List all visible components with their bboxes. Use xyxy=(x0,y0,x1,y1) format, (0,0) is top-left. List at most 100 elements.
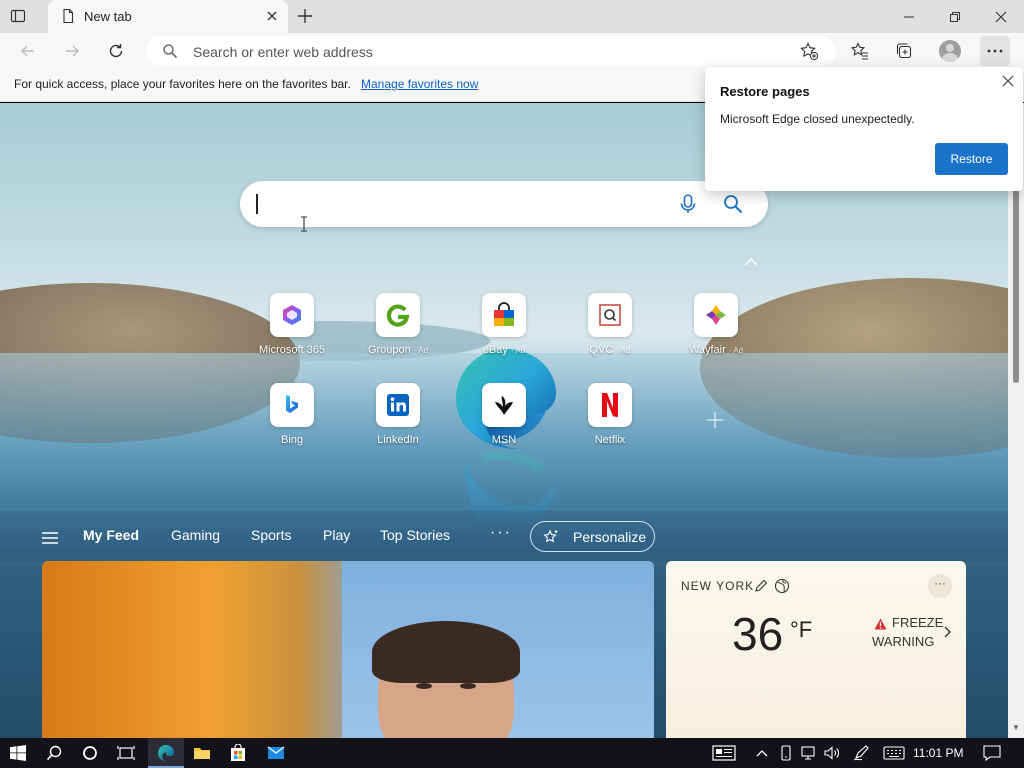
weather-card[interactable]: NEW YORK ··· 36 °F FREEZE WARNING xyxy=(666,561,966,738)
favorites-icon[interactable] xyxy=(848,39,872,63)
close-tab-icon[interactable] xyxy=(264,8,280,24)
microsoft-store-icon[interactable] xyxy=(228,743,248,763)
menu-icon[interactable] xyxy=(42,531,58,544)
wayfair-icon xyxy=(694,293,738,337)
chevron-up-icon[interactable] xyxy=(752,743,772,763)
quick-link-msn[interactable]: MSN xyxy=(454,383,554,463)
task-view-icon[interactable] xyxy=(116,743,136,763)
close-popup-icon[interactable] xyxy=(1001,74,1015,88)
minimize-icon[interactable] xyxy=(886,0,932,33)
quick-link-label: Netflix xyxy=(594,434,626,446)
quick-link-qvc[interactable]: QVC · Ad xyxy=(560,293,660,373)
text-caret xyxy=(256,194,258,214)
quick-link-label: Microsoft 365 xyxy=(258,344,326,356)
settings-more-icon[interactable] xyxy=(980,36,1010,66)
microphone-icon[interactable] xyxy=(678,193,698,215)
search-icon xyxy=(162,43,178,59)
chevron-up-icon[interactable] xyxy=(743,255,759,267)
tab-new-tab[interactable]: New tab xyxy=(48,0,288,33)
news-card[interactable] xyxy=(42,561,654,738)
scrollbar-thumb[interactable] xyxy=(1013,183,1019,383)
quick-link-label: eBay xyxy=(482,344,508,356)
restore-window-icon[interactable] xyxy=(932,0,978,33)
feed-tab-gaming[interactable]: Gaming xyxy=(171,527,220,543)
add-quick-link-icon[interactable] xyxy=(705,410,725,430)
profile-avatar[interactable] xyxy=(939,40,961,62)
new-tab-icon[interactable] xyxy=(296,7,314,25)
edge-taskbar-icon[interactable] xyxy=(156,743,176,763)
scroll-down-icon[interactable]: ▼ xyxy=(1012,723,1020,732)
feed-tab-sports[interactable]: Sports xyxy=(251,527,291,543)
ad-badge: · Ad xyxy=(728,346,744,355)
forward-icon[interactable] xyxy=(60,39,84,63)
weather-unit: °F xyxy=(790,617,813,642)
quick-link-ebay[interactable]: eBay · Ad xyxy=(454,293,554,373)
netflix-icon xyxy=(588,383,632,427)
microsoft-365-icon xyxy=(270,293,314,337)
manage-favorites-link[interactable]: Manage favorites now xyxy=(361,77,478,91)
quick-link-label: Bing xyxy=(280,434,304,446)
feed-tab-play[interactable]: Play xyxy=(323,527,350,543)
windows-start-icon[interactable] xyxy=(8,743,28,763)
close-window-icon[interactable] xyxy=(978,0,1024,33)
news-image-hair xyxy=(372,621,520,683)
weather-city: NEW YORK xyxy=(681,579,755,593)
windows-taskbar: 11:01 PM xyxy=(0,738,1024,768)
mail-icon[interactable] xyxy=(266,743,286,763)
new-tab-page: Microsoft 365 Groupon · Ad eBay · Ad QVC… xyxy=(0,103,1008,738)
tab-title: New tab xyxy=(84,9,132,24)
feed-navigation: My Feed Gaming Sports Play Top Stories ·… xyxy=(0,511,1008,561)
title-bar: New tab xyxy=(0,0,1024,33)
msn-icon xyxy=(482,383,526,427)
refresh-icon[interactable] xyxy=(104,39,128,63)
linkedin-icon xyxy=(376,383,420,427)
page-scrollbar[interactable]: ▲ ▼ xyxy=(1008,103,1024,738)
search-icon[interactable] xyxy=(44,743,64,763)
quick-link-microsoft-365[interactable]: Microsoft 365 xyxy=(242,293,342,373)
quick-link-wayfair[interactable]: Wayfair · Ad xyxy=(666,293,766,373)
feed-tab-my-feed[interactable]: My Feed xyxy=(83,527,139,543)
network-icon[interactable] xyxy=(798,743,818,763)
weather-warning-line2[interactable]: WARNING xyxy=(872,634,934,649)
quick-link-bing[interactable]: Bing xyxy=(242,383,342,463)
quick-link-linkedin[interactable]: LinkedIn xyxy=(348,383,448,463)
device-icon[interactable] xyxy=(776,743,796,763)
feed-more-button[interactable]: ··· xyxy=(490,524,512,542)
warning-icon xyxy=(874,617,887,630)
popup-message: Microsoft Edge closed unexpectedly. xyxy=(720,112,915,126)
keyboard-icon[interactable] xyxy=(882,743,906,763)
back-icon[interactable] xyxy=(16,39,40,63)
web-search-box[interactable] xyxy=(240,181,768,227)
popup-title: Restore pages xyxy=(720,84,810,99)
address-bar[interactable]: Search or enter web address xyxy=(146,36,836,66)
restore-pages-popup: Restore pages Microsoft Edge closed unex… xyxy=(705,67,1023,191)
location-globe-icon[interactable] xyxy=(774,578,790,594)
weather-temperature: 36 xyxy=(732,608,784,660)
weather-more-button[interactable]: ··· xyxy=(928,574,952,598)
tab-actions-icon[interactable] xyxy=(10,8,26,24)
quick-link-netflix[interactable]: Netflix xyxy=(560,383,660,463)
cortana-icon[interactable] xyxy=(80,743,100,763)
restore-button[interactable]: Restore xyxy=(935,143,1008,175)
personalize-button[interactable]: Personalize xyxy=(530,521,655,552)
add-favorite-icon[interactable] xyxy=(797,39,821,63)
notifications-icon[interactable] xyxy=(982,743,1002,763)
weather-warning-line1[interactable]: FREEZE xyxy=(892,615,943,630)
feed-tab-top-stories[interactable]: Top Stories xyxy=(380,527,450,543)
edit-pencil-icon[interactable] xyxy=(754,579,768,593)
volume-icon[interactable] xyxy=(822,743,842,763)
pen-ink-icon[interactable] xyxy=(852,743,872,763)
address-toolbar: Search or enter web address xyxy=(0,33,1024,69)
ad-badge: · Ad xyxy=(413,346,429,355)
file-explorer-icon[interactable] xyxy=(192,743,212,763)
collections-icon[interactable] xyxy=(892,39,916,63)
quick-link-groupon[interactable]: Groupon · Ad xyxy=(348,293,448,373)
qvc-icon xyxy=(588,293,632,337)
taskbar-clock[interactable]: 11:01 PM xyxy=(913,746,963,760)
favorites-bar-message: For quick access, place your favorites h… xyxy=(14,77,351,91)
search-icon[interactable] xyxy=(722,193,744,215)
chevron-right-icon[interactable] xyxy=(942,625,952,638)
news-widget-icon[interactable] xyxy=(712,743,736,763)
bing-icon xyxy=(270,383,314,427)
ebay-icon xyxy=(482,293,526,337)
